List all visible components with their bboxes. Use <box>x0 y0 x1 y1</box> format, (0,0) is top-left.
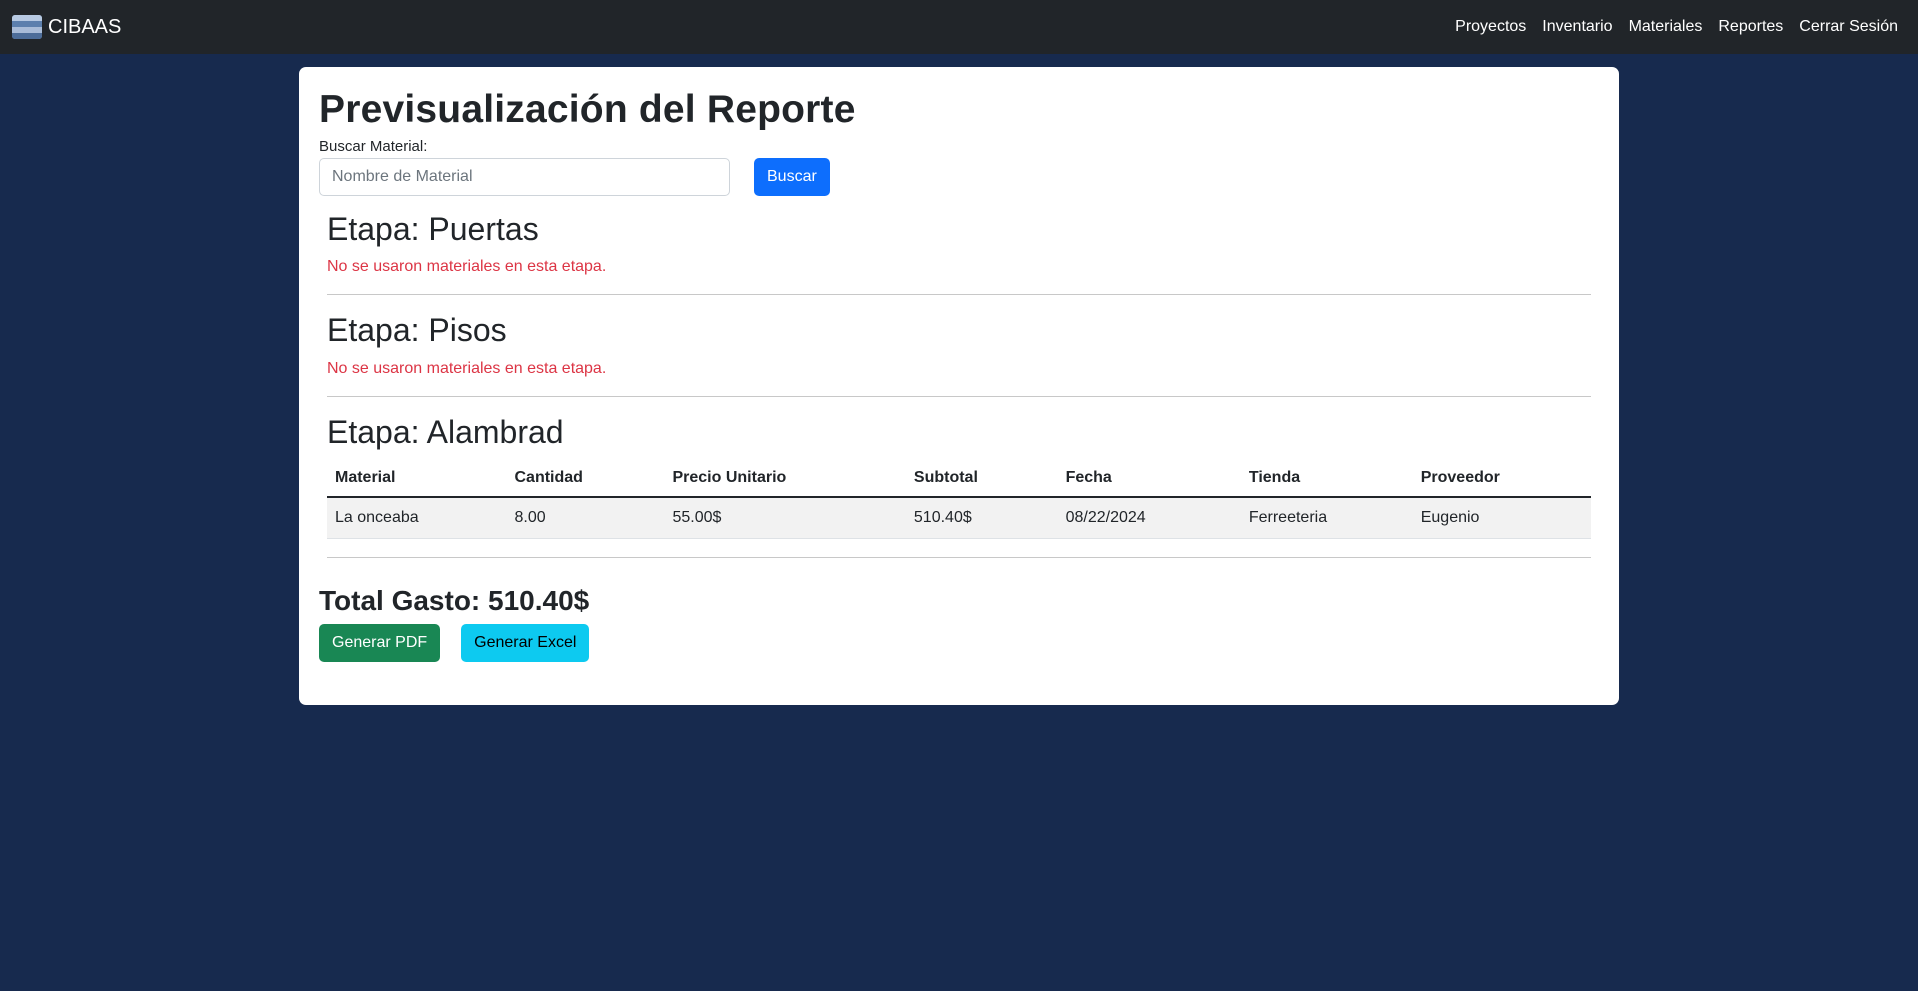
stage-divider <box>327 395 1591 397</box>
brand-name: CIBAAS <box>48 15 122 38</box>
search-input[interactable] <box>319 157 730 196</box>
materials-table: Material Cantidad Precio Unitario Subtot… <box>327 460 1591 539</box>
generate-pdf-button[interactable]: Generar PDF <box>319 623 441 662</box>
stage-divider <box>327 294 1591 296</box>
table-row: La onceaba 8.00 55.00$ 510.40$ 08/22/202… <box>327 496 1591 539</box>
stage-title: Etapa: Alambrad <box>327 413 564 450</box>
export-actions: Generar PDF Generar Excel <box>319 623 1591 662</box>
column-header-subtotal: Subtotal <box>905 460 1058 498</box>
stage-pisos: Etapa: Pisos No se usaron materiales en … <box>327 311 1591 397</box>
stage-alambrad: Etapa: Alambrad Material Cantidad Precio… <box>327 413 1591 558</box>
stage-empty-message: No se usaron materiales en esta etapa. <box>327 359 607 377</box>
cell-material: La onceaba <box>327 496 507 539</box>
table-header-row: Material Cantidad Precio Unitario Subtot… <box>327 460 1591 498</box>
column-header-material: Material <box>327 460 507 498</box>
search-row: Buscar <box>319 157 1591 196</box>
top-navbar: CIBAAS Proyectos Inventario Materiales R… <box>0 0 1918 54</box>
stage-title: Etapa: Puertas <box>327 210 539 247</box>
column-header-proveedor: Proveedor <box>1412 460 1591 498</box>
stage-puertas: Etapa: Puertas No se usaron materiales e… <box>327 210 1591 296</box>
nav-link-materiales[interactable]: Materiales <box>1629 18 1703 36</box>
stage-title: Etapa: Pisos <box>327 312 507 349</box>
cell-fecha: 08/22/2024 <box>1057 496 1241 539</box>
column-header-cantidad: Cantidad <box>506 460 665 498</box>
cell-cantidad: 8.00 <box>506 496 665 539</box>
cell-tienda: Ferreeteria <box>1240 496 1413 539</box>
page-title: Previsualización del Reporte <box>319 88 856 131</box>
nav-link-cerrar-sesion[interactable]: Cerrar Sesión <box>1799 18 1898 36</box>
brand-logo-icon <box>12 15 42 39</box>
nav-links: Proyectos Inventario Materiales Reportes… <box>1455 18 1898 36</box>
cell-proveedor: Eugenio <box>1412 496 1591 539</box>
nav-link-inventario[interactable]: Inventario <box>1542 18 1612 36</box>
stage-empty-message: No se usaron materiales en esta etapa. <box>327 258 607 276</box>
report-card: Previsualización del Reporte Buscar Mate… <box>299 67 1619 705</box>
stage-divider <box>327 556 1591 558</box>
nav-link-reportes[interactable]: Reportes <box>1718 18 1783 36</box>
cell-precio-unitario: 55.00$ <box>664 496 906 539</box>
nav-link-proyectos[interactable]: Proyectos <box>1455 18 1526 36</box>
total-expense: Total Gasto: 510.40$ <box>319 584 590 616</box>
search-button[interactable]: Buscar <box>754 157 830 196</box>
stages-list: Etapa: Puertas No se usaron materiales e… <box>327 210 1591 558</box>
cell-subtotal: 510.40$ <box>905 496 1058 539</box>
generate-excel-button[interactable]: Generar Excel <box>461 623 590 662</box>
search-label: Buscar Material: <box>319 137 428 155</box>
column-header-fecha: Fecha <box>1057 460 1241 498</box>
column-header-precio-unitario: Precio Unitario <box>664 460 906 498</box>
brand-link[interactable]: CIBAAS <box>12 15 121 39</box>
column-header-tienda: Tienda <box>1240 460 1413 498</box>
